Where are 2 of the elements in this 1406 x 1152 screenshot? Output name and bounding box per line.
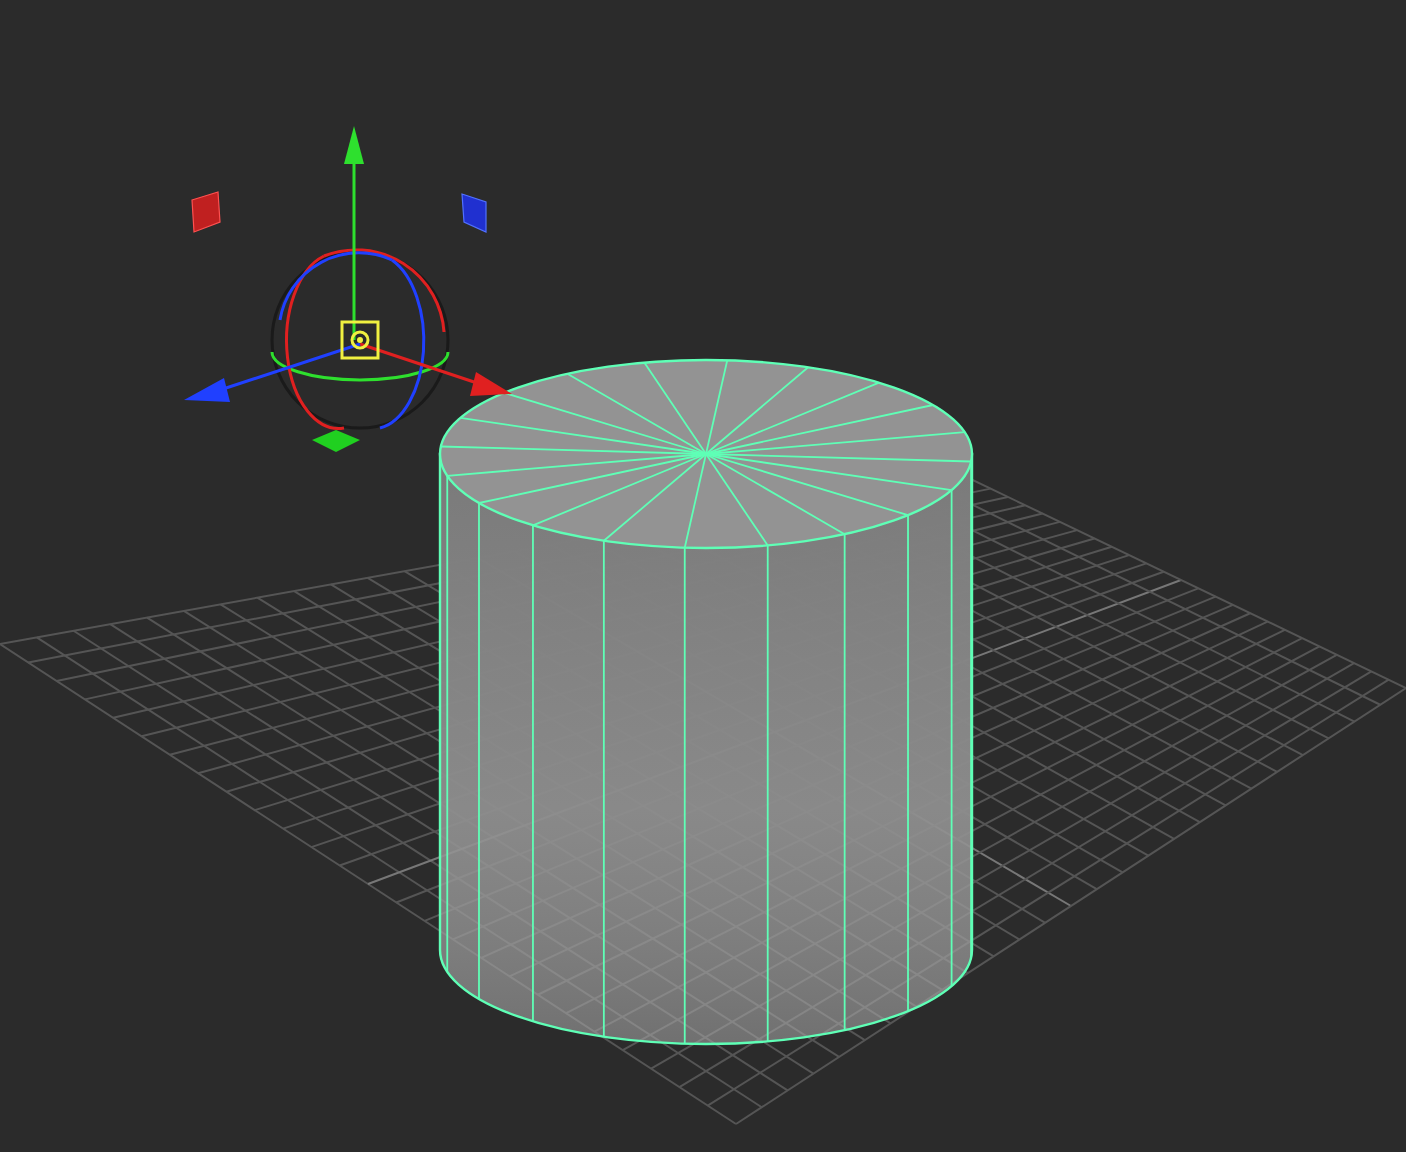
cylinder-drawing[interactable] bbox=[438, 358, 974, 1045]
transform-gizmo-drawing[interactable] bbox=[184, 126, 512, 452]
